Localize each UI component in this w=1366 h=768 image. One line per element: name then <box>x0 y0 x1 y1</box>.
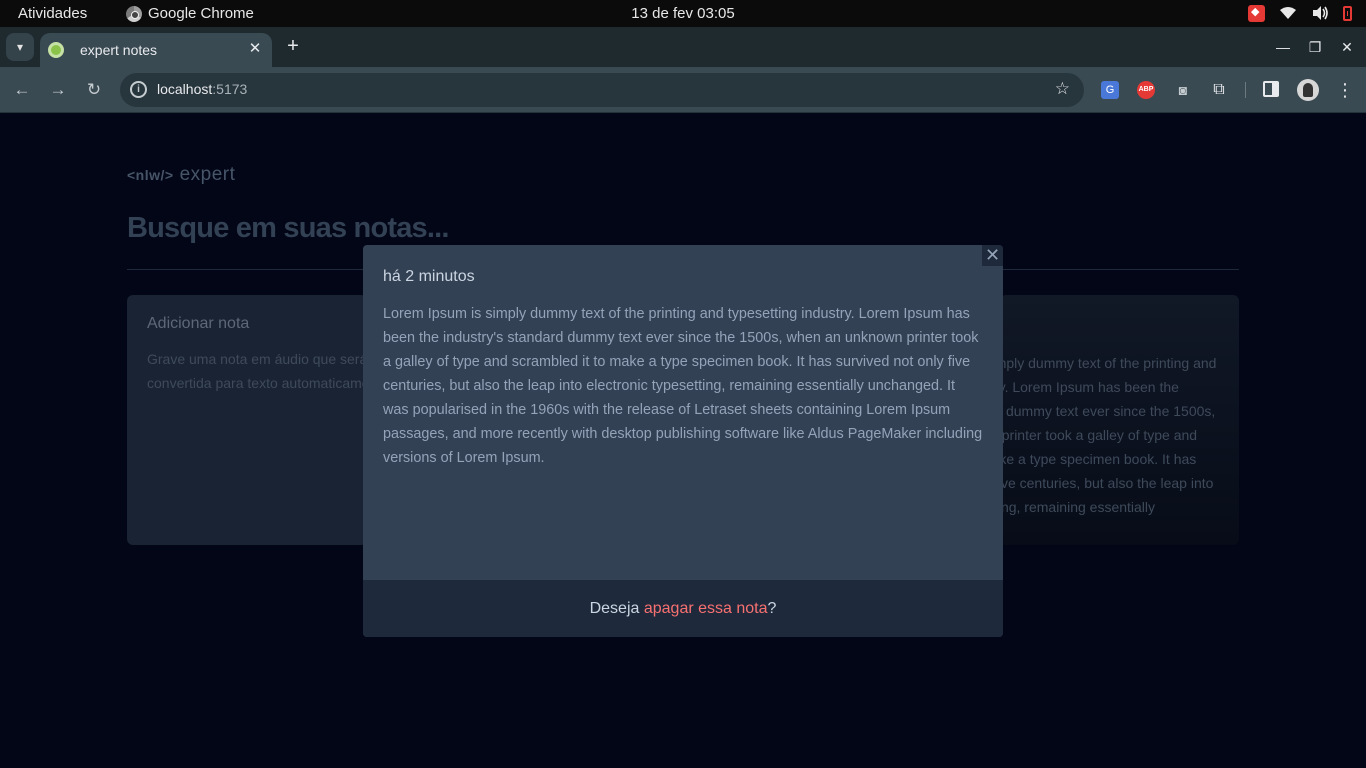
system-tray[interactable] <box>1248 4 1352 22</box>
add-note-title: Adicionar nota <box>147 315 250 332</box>
side-panel-icon[interactable] <box>1263 81 1279 97</box>
delete-note-button[interactable]: apagar essa nota <box>644 600 768 618</box>
favicon-icon <box>48 42 64 58</box>
browser-toolbar: ← → ↻ i localhost:5173 ☆ G ABP ◙ ⧉ ⋮ <box>0 67 1366 113</box>
anydesk-icon[interactable] <box>1248 4 1265 22</box>
delete-note-footer[interactable]: Deseja apagar essa nota ? <box>363 580 1003 637</box>
adblock-icon[interactable]: ABP <box>1137 81 1155 99</box>
logo: <nlw/> expert <box>127 164 236 185</box>
profile-avatar[interactable] <box>1297 79 1319 101</box>
star-icon[interactable]: ☆ <box>1055 79 1070 99</box>
app-name: Google Chrome <box>148 5 254 22</box>
menu-icon[interactable]: ⋮ <box>1336 78 1354 102</box>
toolbar-divider <box>1245 82 1246 98</box>
back-icon[interactable]: ← <box>10 78 34 102</box>
forward-icon[interactable]: → <box>46 78 70 102</box>
close-window-button[interactable]: ✕ <box>1337 37 1357 57</box>
system-top-bar: Atividades Google Chrome 13 de fev 03:05 <box>0 0 1366 27</box>
add-note-card[interactable]: Adicionar nota Grave uma nota em áudio q… <box>127 295 367 545</box>
maximize-button[interactable]: ❐ <box>1305 37 1325 57</box>
battery-icon[interactable] <box>1343 5 1352 21</box>
extensions-icon[interactable]: ⧉ <box>1210 81 1228 99</box>
clock[interactable]: 13 de fev 03:05 <box>631 5 734 22</box>
close-icon[interactable]: ✕ <box>982 245 1003 266</box>
tab-title: expert notes <box>80 42 158 58</box>
info-icon[interactable]: i <box>130 81 147 98</box>
note-modal: ✕ há 2 minutos Lorem Ipsum is simply dum… <box>363 245 1003 637</box>
tab-list-icon[interactable]: ▾ <box>6 33 34 61</box>
search-input[interactable]: Busque em suas notas... <box>127 212 449 245</box>
chrome-icon <box>126 5 142 22</box>
app-menu[interactable]: Google Chrome <box>126 5 254 22</box>
note-content: Lorem Ipsum is simply dummy text of the … <box>383 306 983 466</box>
address-bar[interactable]: i localhost:5173 ☆ <box>120 73 1084 107</box>
tab-close-icon[interactable]: ✕ <box>246 40 264 58</box>
footer-suffix: ? <box>767 599 777 617</box>
add-note-description: Grave uma nota em áudio que será convert… <box>147 351 367 391</box>
activities-button[interactable]: Atividades <box>18 5 87 22</box>
note-card[interactable]: Lorem Ipsum is simply dummy text of the … <box>1000 295 1239 545</box>
volume-icon[interactable] <box>1311 4 1329 22</box>
url-text[interactable]: localhost:5173 <box>157 81 247 97</box>
note-date: há 2 minutos <box>383 268 475 285</box>
footer-prefix: Deseja <box>589 599 644 617</box>
note-card-preview: Lorem Ipsum is simply dummy text of the … <box>1000 355 1217 515</box>
reload-icon[interactable]: ↻ <box>82 78 106 102</box>
camera-icon[interactable]: ◙ <box>1174 81 1192 99</box>
translate-icon[interactable]: G <box>1101 81 1119 99</box>
tab-expert-notes[interactable]: expert notes ✕ <box>40 33 272 67</box>
new-tab-button[interactable]: + <box>282 36 304 58</box>
minimize-button[interactable]: — <box>1273 37 1293 57</box>
wifi-icon[interactable] <box>1279 4 1297 22</box>
tab-strip: ▾ expert notes ✕ + — ❐ ✕ <box>0 27 1366 67</box>
